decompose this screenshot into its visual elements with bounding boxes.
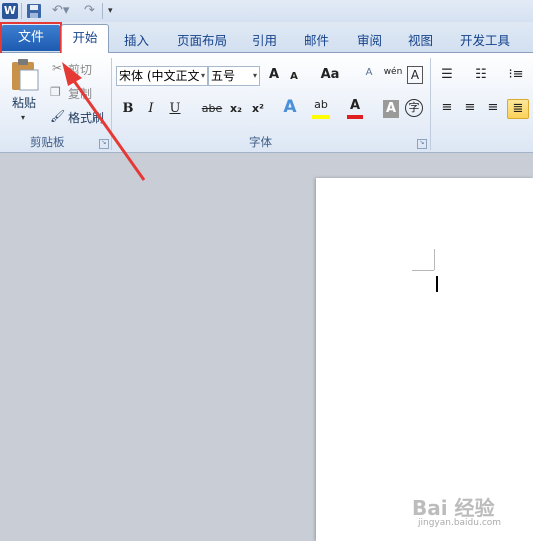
tab-review[interactable]: 审阅 [357, 30, 382, 49]
phonetic-guide-button[interactable]: wén [383, 63, 403, 83]
bullets-icon[interactable]: ☰ [438, 66, 456, 86]
customize-qat-icon[interactable]: ▾ [108, 3, 124, 19]
strikethrough-button[interactable]: abe [200, 100, 224, 120]
justify-icon[interactable]: ≣ [507, 99, 529, 119]
change-case-button[interactable]: Aa [318, 66, 342, 86]
shrink-font-button[interactable]: A [287, 68, 301, 88]
copy-icon[interactable]: ❐ [50, 85, 61, 99]
enclose-char-button[interactable]: 字 [405, 99, 423, 117]
underline-button[interactable]: U [167, 100, 183, 120]
multilevel-list-icon[interactable]: ⁝≡ [506, 66, 526, 86]
tab-page-layout[interactable]: 页面布局 [177, 30, 227, 49]
align-center-icon[interactable]: ≡ [461, 99, 479, 119]
text-cursor [436, 276, 438, 292]
group-separator [430, 58, 431, 150]
subscript-button[interactable]: x₂ [227, 100, 245, 120]
highlight-color-bar [312, 115, 330, 119]
paste-dropdown-icon[interactable]: ▾ [21, 113, 25, 122]
tab-developer[interactable]: 开发工具 [460, 30, 510, 49]
tab-references[interactable]: 引用 [252, 30, 277, 49]
cut-icon[interactable]: ✂ [52, 61, 62, 75]
quick-access-toolbar: W ↶▾ ↷ ▾ [0, 0, 533, 22]
cut-button[interactable]: 剪切 [68, 61, 92, 78]
clear-format-button[interactable]: A [360, 64, 378, 84]
watermark-url: jingyan.baidu.com [418, 518, 502, 528]
font-color-bar [347, 115, 363, 119]
font-size-value: 五号 [211, 69, 236, 83]
align-left-icon[interactable]: ≡ [438, 99, 456, 119]
watermark-logo: Bai 经验 [412, 496, 495, 520]
tab-view[interactable]: 视图 [408, 30, 433, 49]
numbering-icon[interactable]: ☷ [472, 66, 490, 86]
highlight-button[interactable]: ab [311, 96, 331, 116]
bold-button[interactable]: B [120, 100, 136, 120]
font-family-select[interactable]: 宋体 (中文正文 ▾ [116, 66, 208, 86]
format-painter-button[interactable]: 格式刷 [68, 109, 104, 126]
group-separator [111, 58, 112, 150]
tab-mailings[interactable]: 邮件 [304, 30, 329, 49]
font-color-button[interactable]: A [347, 97, 363, 117]
chevron-down-icon: ▾ [252, 71, 257, 80]
clipboard-launcher-icon[interactable]: ↘ [99, 139, 109, 149]
font-launcher-icon[interactable]: ↘ [417, 139, 427, 149]
text-effects-button[interactable]: A [280, 98, 300, 118]
tab-insert[interactable]: 插入 [124, 30, 149, 49]
qat-separator [102, 3, 103, 19]
chevron-down-icon: ▾ [200, 71, 205, 80]
save-icon[interactable] [26, 3, 42, 19]
margin-crop-mark [434, 249, 435, 270]
align-right-icon[interactable]: ≡ [484, 99, 502, 119]
margin-crop-mark [412, 270, 434, 271]
font-family-value: 宋体 (中文正文 [119, 69, 200, 83]
paste-label[interactable]: 粘贴 [12, 94, 36, 111]
copy-button[interactable]: 复制 [68, 85, 92, 102]
qat-separator [21, 3, 22, 19]
undo-icon[interactable]: ↶▾ [52, 3, 69, 19]
italic-button[interactable]: I [143, 100, 159, 120]
font-size-select[interactable]: 五号 ▾ [208, 66, 260, 86]
word-app-icon[interactable]: W [2, 3, 18, 19]
format-painter-icon[interactable]: 🖌 [50, 109, 65, 123]
char-shading-button[interactable]: A [383, 100, 399, 118]
char-border-button[interactable]: A [407, 66, 423, 84]
clipboard-group-label: 剪贴板 [30, 135, 65, 149]
redo-icon[interactable]: ↷ [84, 3, 100, 19]
tab-home[interactable]: 开始 [61, 24, 109, 53]
superscript-button[interactable]: x² [249, 100, 267, 120]
paste-icon[interactable] [8, 58, 40, 92]
grow-font-button[interactable]: A [266, 66, 282, 86]
document-page[interactable] [316, 178, 533, 541]
font-group-label: 字体 [249, 135, 272, 149]
